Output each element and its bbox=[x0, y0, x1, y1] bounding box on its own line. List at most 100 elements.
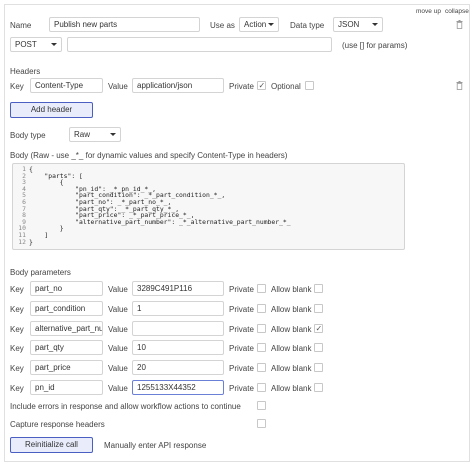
body-code-editor[interactable]: 1 2 3 4 5 6 7 8 9 10 11 12 { "parts": [ { "pn_id": … bbox=[12, 163, 405, 250]
param-allow-blank-label: Allow blank bbox=[271, 384, 312, 393]
param-allow-blank-checkbox[interactable] bbox=[314, 363, 323, 372]
header-optional-label: Optional bbox=[271, 82, 301, 91]
param-key-input[interactable]: part_qty bbox=[30, 340, 103, 355]
param-private-label: Private bbox=[229, 325, 254, 334]
line-number: 12 bbox=[18, 237, 26, 246]
param-value-label: Value bbox=[108, 325, 128, 334]
param-allow-blank-checkbox[interactable] bbox=[314, 343, 323, 352]
body-code-text[interactable]: { "parts": [ { "pn_id": _*_pn_id_*_, "pa… bbox=[29, 166, 291, 245]
chevron-down-icon bbox=[372, 23, 378, 26]
code-line: "parts": [ bbox=[29, 171, 83, 180]
code-line: } bbox=[29, 237, 33, 246]
capture-headers-checkbox[interactable] bbox=[257, 419, 266, 428]
param-allow-blank-label: Allow blank bbox=[271, 344, 312, 353]
name-label: Name bbox=[10, 21, 32, 30]
param-value-label: Value bbox=[108, 285, 128, 294]
data-type-dropdown[interactable]: JSON bbox=[333, 17, 383, 32]
param-private-checkbox[interactable] bbox=[257, 343, 266, 352]
use-as-label: Use as bbox=[210, 21, 235, 30]
param-value-label: Value bbox=[108, 384, 128, 393]
collapse-link[interactable]: collapse bbox=[445, 8, 469, 15]
param-allow-blank-label: Allow blank bbox=[271, 285, 312, 294]
param-key-label: Key bbox=[10, 305, 24, 314]
param-private-checkbox[interactable] bbox=[257, 363, 266, 372]
param-value-label: Value bbox=[108, 305, 128, 314]
move-up-link[interactable]: move up bbox=[416, 8, 441, 15]
param-private-label: Private bbox=[229, 305, 254, 314]
code-line: ] bbox=[29, 230, 49, 239]
checkmark-icon: ✓ bbox=[258, 81, 266, 90]
header-private-label: Private bbox=[229, 82, 254, 91]
header-key-input[interactable]: Content-Type bbox=[30, 78, 103, 93]
param-value-input[interactable]: 1 bbox=[132, 301, 224, 316]
use-as-dropdown[interactable]: Action bbox=[239, 17, 279, 32]
manual-response-link[interactable]: Manually enter API response bbox=[104, 441, 206, 450]
param-key-input[interactable]: pn_id bbox=[30, 380, 103, 395]
param-value-label: Value bbox=[108, 364, 128, 373]
data-type-label: Data type bbox=[290, 21, 325, 30]
capture-headers-label: Capture response headers bbox=[10, 420, 105, 429]
param-value-input[interactable]: 20 bbox=[132, 360, 224, 375]
include-errors-checkbox[interactable] bbox=[257, 401, 266, 410]
param-key-input[interactable]: part_no bbox=[30, 281, 103, 296]
param-key-label: Key bbox=[10, 384, 24, 393]
param-private-label: Private bbox=[229, 364, 254, 373]
param-value-input[interactable] bbox=[132, 321, 224, 336]
code-line: } bbox=[29, 224, 64, 233]
add-header-button[interactable]: Add header bbox=[10, 102, 93, 118]
http-method-value: POST bbox=[15, 40, 37, 49]
http-method-dropdown[interactable]: POST bbox=[10, 37, 62, 52]
headers-section-label: Headers bbox=[10, 67, 41, 76]
chevron-down-icon bbox=[268, 23, 274, 26]
param-private-checkbox[interactable] bbox=[257, 284, 266, 293]
header-optional-checkbox[interactable] bbox=[305, 81, 314, 90]
param-private-label: Private bbox=[229, 384, 254, 393]
param-allow-blank-checkbox[interactable]: ✓ bbox=[314, 324, 323, 333]
param-value-input[interactable]: 10 bbox=[132, 340, 224, 355]
param-key-input[interactable]: alternative_part_num bbox=[30, 321, 103, 336]
param-key-input[interactable]: part_price bbox=[30, 360, 103, 375]
code-line: "alternative_part_number": _*_alternativ… bbox=[29, 217, 291, 226]
body-type-label: Body type bbox=[10, 131, 46, 140]
call-name-input[interactable]: Publish new parts bbox=[49, 17, 200, 32]
chevron-down-icon bbox=[51, 43, 57, 46]
param-private-label: Private bbox=[229, 285, 254, 294]
param-private-checkbox[interactable] bbox=[257, 304, 266, 313]
body-raw-label: Body (Raw - use _*_ for dynamic values a… bbox=[10, 151, 288, 160]
trash-icon[interactable] bbox=[456, 81, 463, 90]
url-input[interactable] bbox=[67, 37, 332, 52]
url-hint: (use [] for params) bbox=[342, 41, 408, 50]
trash-icon[interactable] bbox=[456, 20, 463, 29]
param-key-label: Key bbox=[10, 285, 24, 294]
param-key-label: Key bbox=[10, 344, 24, 353]
line-numbers: 1 2 3 4 5 6 7 8 9 10 11 12 bbox=[13, 166, 26, 245]
header-private-checkbox[interactable]: ✓ bbox=[257, 81, 266, 90]
param-private-label: Private bbox=[229, 344, 254, 353]
param-value-input[interactable]: 1255133X44352 bbox=[132, 380, 224, 395]
body-params-section-label: Body parameters bbox=[10, 268, 71, 277]
reinitialize-call-button[interactable]: Reinitialize call bbox=[10, 437, 93, 453]
param-value-input[interactable]: 3289C491P116 bbox=[132, 281, 224, 296]
use-as-value: Action bbox=[244, 20, 267, 29]
checkmark-icon: ✓ bbox=[315, 324, 323, 333]
header-key-label: Key bbox=[10, 82, 24, 91]
param-key-input[interactable]: part_condition bbox=[30, 301, 103, 316]
param-key-label: Key bbox=[10, 364, 24, 373]
header-value-label: Value bbox=[108, 82, 128, 91]
param-allow-blank-label: Allow blank bbox=[271, 364, 312, 373]
param-allow-blank-checkbox[interactable] bbox=[314, 383, 323, 392]
param-allow-blank-label: Allow blank bbox=[271, 305, 312, 314]
param-private-checkbox[interactable] bbox=[257, 324, 266, 333]
param-allow-blank-checkbox[interactable] bbox=[314, 304, 323, 313]
param-allow-blank-checkbox[interactable] bbox=[314, 284, 323, 293]
param-private-checkbox[interactable] bbox=[257, 383, 266, 392]
param-key-label: Key bbox=[10, 325, 24, 334]
param-value-label: Value bbox=[108, 344, 128, 353]
param-allow-blank-label: Allow blank bbox=[271, 325, 312, 334]
header-value-input[interactable]: application/json bbox=[132, 78, 224, 93]
include-errors-label: Include errors in response and allow wor… bbox=[10, 402, 241, 411]
data-type-value: JSON bbox=[338, 20, 360, 29]
chevron-down-icon bbox=[110, 133, 116, 136]
body-type-dropdown[interactable]: Raw bbox=[69, 127, 121, 142]
body-type-value: Raw bbox=[74, 130, 91, 139]
